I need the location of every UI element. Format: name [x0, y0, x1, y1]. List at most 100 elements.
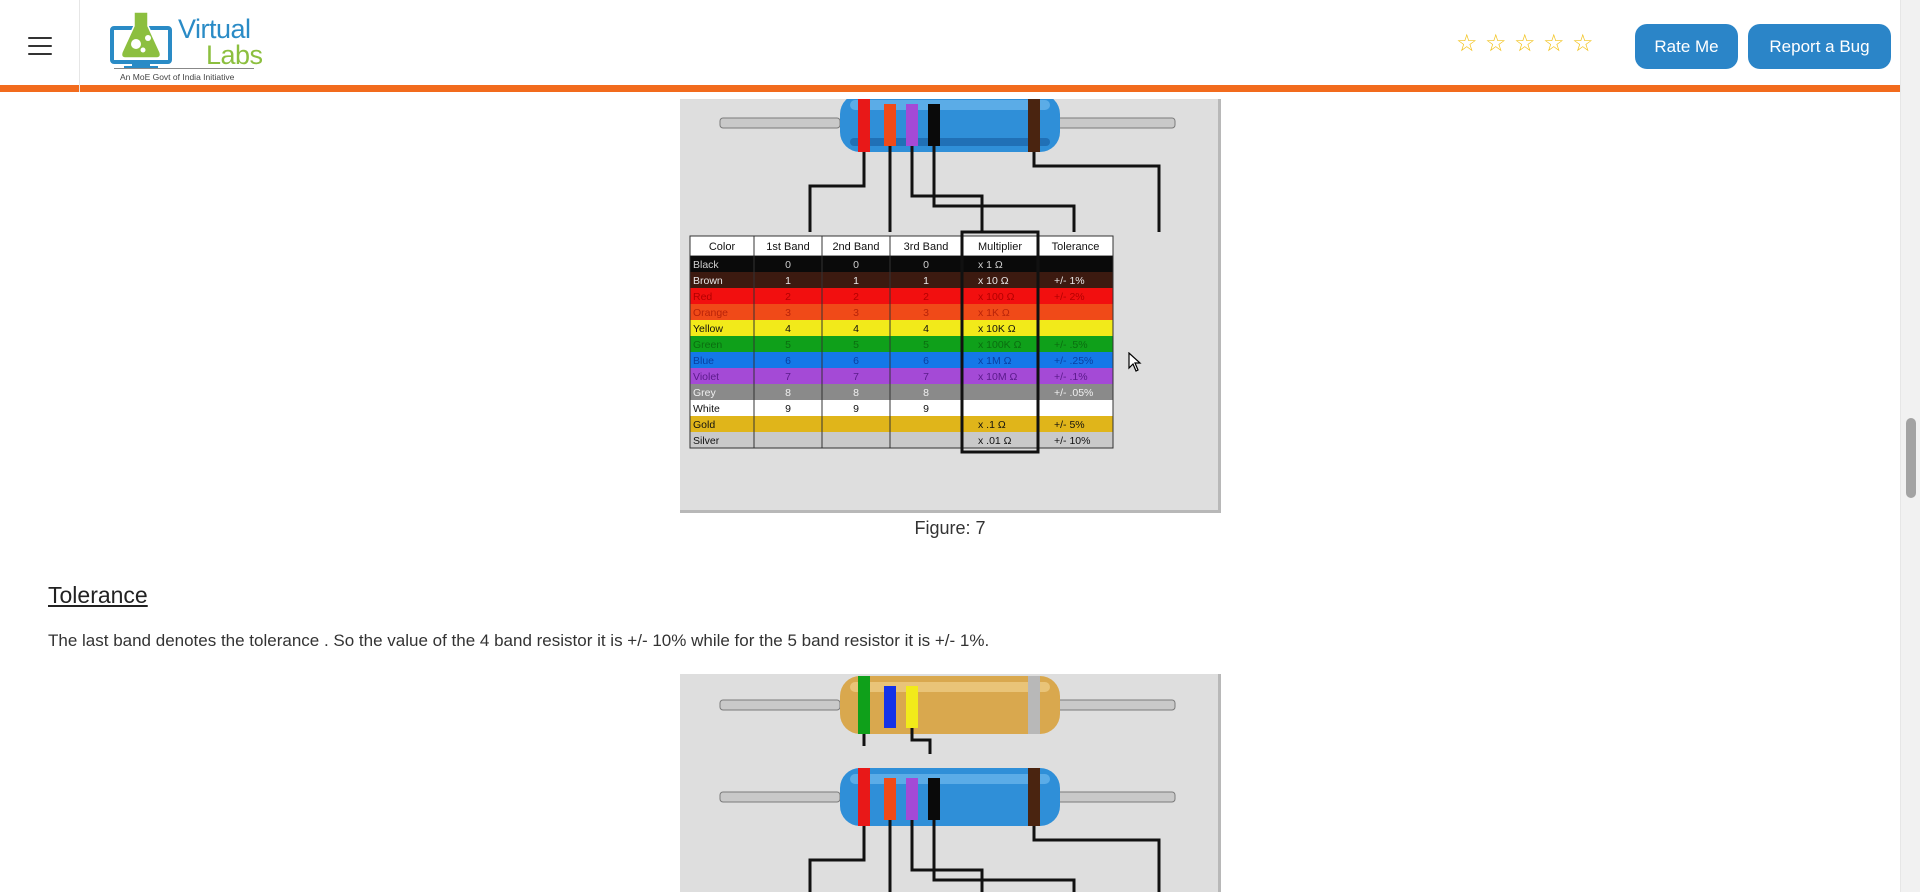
table-cell: Gold — [693, 419, 715, 431]
top-header: Virtual Labs An MoE Govt of India Initia… — [0, 0, 1900, 92]
table-cell: x .01 Ω — [978, 435, 1012, 447]
table-cell: x .1 Ω — [978, 419, 1006, 431]
flask-monitor-icon — [110, 11, 172, 69]
logo-divider — [114, 68, 254, 69]
table-cell: +/- .25% — [1054, 355, 1093, 367]
table-cell: 0 — [785, 259, 791, 271]
table-cell: +/- 1% — [1054, 275, 1085, 287]
table-cell: x 10M Ω — [978, 371, 1018, 383]
table-cell: x 1M Ω — [978, 355, 1012, 367]
table-cell: 6 — [853, 355, 859, 367]
scrollbar-thumb[interactable] — [1906, 418, 1916, 498]
table-cell: 1 — [923, 275, 929, 287]
table-cell: Green — [693, 339, 722, 351]
table-cell: White — [693, 403, 720, 415]
table-cell: +/- .1% — [1054, 371, 1088, 383]
table-row-background — [690, 320, 1113, 336]
table-cell: 4 — [923, 323, 929, 335]
logo-tagline: An MoE Govt of India Initiative — [120, 72, 235, 82]
table-row-background — [690, 416, 1113, 432]
table-cell: x 10K Ω — [978, 323, 1016, 335]
virtual-labs-logo[interactable]: Virtual Labs An MoE Govt of India Initia… — [110, 8, 263, 84]
table-cell: x 10 Ω — [978, 275, 1009, 287]
logo-word-labs: Labs — [206, 40, 263, 70]
table-header-cell: 2nd Band — [832, 241, 879, 253]
tolerance-resistor-image — [719, 676, 1176, 892]
table-cell: x 100K Ω — [978, 339, 1022, 351]
figure-caption: Figure: 7 — [914, 518, 986, 538]
star-icon[interactable]: ☆ — [1456, 31, 1479, 55]
table-cell: 3 — [923, 307, 929, 319]
page: Virtual Labs An MoE Govt of India Initia… — [0, 0, 1920, 892]
table-cell: 3 — [785, 307, 791, 319]
section-heading-tolerance: Tolerance — [48, 582, 148, 608]
resistor-color-code-figure: Color 1st Band 2nd Band 3rd Band Multiplier T… — [680, 99, 1221, 513]
table-cell: 2 — [853, 291, 859, 303]
table-cell: 3 — [853, 307, 859, 319]
table-cell: 4 — [853, 323, 859, 335]
mouse-cursor-icon — [1128, 352, 1142, 372]
tolerance-resistor-figure — [680, 674, 1221, 892]
table-row-background — [690, 304, 1113, 320]
table-header-cell: 3rd Band — [904, 241, 949, 253]
table-row-background — [690, 432, 1113, 448]
table-cell: 5 — [785, 339, 791, 351]
menu-button[interactable] — [0, 0, 80, 92]
table-cell: 9 — [923, 403, 929, 415]
table-cell: Silver — [693, 435, 720, 447]
rate-me-button[interactable]: Rate Me — [1635, 24, 1738, 69]
table-header-cell: 1st Band — [766, 241, 809, 253]
table-cell: Black — [693, 259, 719, 271]
table-row-background — [690, 336, 1113, 352]
rating-stars: ☆ ☆ ☆ ☆ ☆ — [1456, 31, 1595, 55]
table-cell: 8 — [785, 387, 791, 399]
table-cell: 7 — [853, 371, 859, 383]
table-row-background — [690, 272, 1113, 288]
table-cell: Blue — [693, 355, 714, 367]
table-cell: 7 — [785, 371, 791, 383]
star-icon[interactable]: ☆ — [1572, 31, 1595, 55]
star-icon[interactable]: ☆ — [1485, 31, 1508, 55]
table-row-background — [690, 384, 1113, 400]
table-row-background — [690, 288, 1113, 304]
table-cell: Brown — [693, 275, 723, 287]
table-cell: Grey — [693, 387, 717, 399]
table-cell: 9 — [853, 403, 859, 415]
table-header-cell: Color — [709, 241, 736, 253]
table-cell: 2 — [923, 291, 929, 303]
table-cell: 0 — [853, 259, 859, 271]
table-cell: 2 — [785, 291, 791, 303]
table-cell: x 1K Ω — [978, 307, 1010, 319]
table-cell: 5 — [923, 339, 929, 351]
report-bug-button[interactable]: Report a Bug — [1748, 24, 1891, 69]
table-cell: 4 — [785, 323, 791, 335]
table-cell: 9 — [785, 403, 791, 415]
table-cell: 1 — [853, 275, 859, 287]
table-cell: Violet — [693, 371, 719, 383]
table-cell: Red — [693, 291, 712, 303]
table-cell: 5 — [853, 339, 859, 351]
table-cell: +/- 2% — [1054, 291, 1085, 303]
table-cell: x 1 Ω — [978, 259, 1003, 271]
table-cell: 0 — [923, 259, 929, 271]
table-cell: +/- 10% — [1054, 435, 1090, 447]
hamburger-icon — [27, 37, 52, 55]
table-cell: +/- .05% — [1054, 387, 1093, 399]
resistor-color-code-image: Color 1st Band 2nd Band 3rd Band Multiplier T… — [689, 99, 1176, 454]
table-row-background — [690, 400, 1113, 416]
table-cell: 6 — [785, 355, 791, 367]
vertical-scrollbar[interactable] — [1900, 0, 1920, 892]
table-cell: 7 — [923, 371, 929, 383]
table-cell: x 100 Ω — [978, 291, 1015, 303]
table-cell: 1 — [785, 275, 791, 287]
table-row-background — [690, 352, 1113, 368]
tolerance-paragraph: The last band denotes the tolerance . So… — [48, 631, 990, 650]
star-icon[interactable]: ☆ — [1543, 31, 1566, 55]
table-cell: +/- 5% — [1054, 419, 1085, 431]
table-header-cell: Multiplier — [978, 241, 1022, 253]
table-row-background — [690, 368, 1113, 384]
star-icon[interactable]: ☆ — [1514, 31, 1537, 55]
table-cell: 6 — [923, 355, 929, 367]
table-header-cell: Tolerance — [1052, 241, 1100, 253]
table-cell: 8 — [853, 387, 859, 399]
